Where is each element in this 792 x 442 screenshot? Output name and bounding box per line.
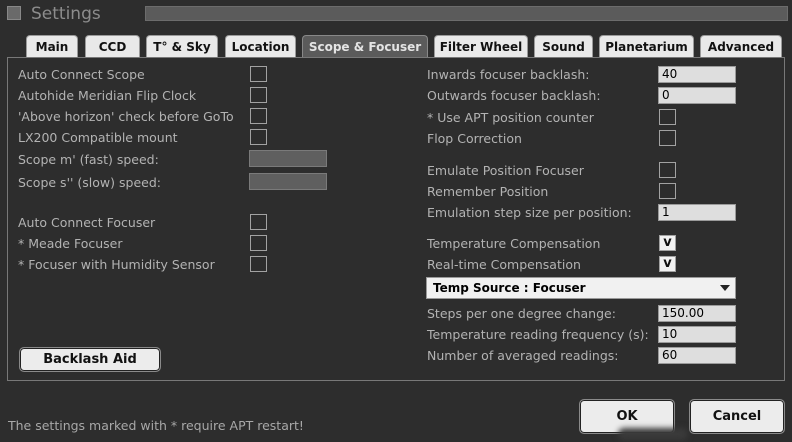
- lx200-label: LX200 Compatible mount: [18, 130, 178, 145]
- averaged-readings-label: Number of averaged readings:: [427, 348, 619, 363]
- reading-frequency-label: Temperature reading frequency (s):: [427, 327, 649, 342]
- humidity-focuser-label: * Focuser with Humidity Sensor: [18, 257, 215, 272]
- window-title: Settings: [31, 4, 101, 24]
- auto-connect-scope-label: Auto Connect Scope: [18, 67, 145, 82]
- inwards-backlash-label: Inwards focuser backlash:: [427, 67, 590, 82]
- title-checkbox-icon: [7, 6, 21, 20]
- tab-main[interactable]: Main: [26, 35, 78, 57]
- humidity-focuser-checkbox[interactable]: [250, 256, 267, 272]
- temp-compensation-label: Temperature Compensation: [427, 236, 601, 251]
- emulate-focuser-checkbox[interactable]: [659, 162, 676, 178]
- tab-scope-focuser[interactable]: Scope & Focuser: [302, 35, 428, 57]
- auto-connect-focuser-checkbox[interactable]: [250, 214, 267, 230]
- title-bar-strip: [145, 6, 788, 21]
- autohide-flip-checkbox[interactable]: [250, 87, 267, 103]
- realtime-compensation-label: Real-time Compensation: [427, 257, 581, 272]
- apt-counter-label: * Use APT position counter: [427, 110, 594, 125]
- flop-correction-checkbox[interactable]: [659, 130, 676, 146]
- remember-position-checkbox[interactable]: [659, 183, 676, 199]
- tab-planetarium[interactable]: Planetarium: [599, 35, 694, 57]
- fast-speed-input[interactable]: [249, 150, 327, 167]
- slow-speed-input[interactable]: [249, 173, 327, 190]
- auto-connect-focuser-label: Auto Connect Focuser: [18, 215, 156, 230]
- realtime-compensation-checkbox[interactable]: v: [659, 256, 676, 272]
- chevron-down-icon: [720, 285, 730, 291]
- cancel-button[interactable]: Cancel: [689, 399, 785, 434]
- temp-compensation-checkbox[interactable]: v: [659, 235, 676, 251]
- remember-position-label: Remember Position: [427, 184, 549, 199]
- tab-location[interactable]: Location: [225, 35, 296, 57]
- steps-per-degree-input[interactable]: 150.00: [658, 305, 736, 322]
- slow-speed-label: Scope s'' (slow) speed:: [18, 175, 161, 190]
- auto-connect-scope-checkbox[interactable]: [250, 66, 267, 82]
- above-horizon-label: 'Above horizon' check before GoTo: [18, 109, 234, 124]
- lx200-checkbox[interactable]: [250, 129, 267, 145]
- meade-focuser-label: * Meade Focuser: [18, 236, 123, 251]
- tab-temp-sky[interactable]: T° & Sky: [146, 35, 218, 57]
- inwards-backlash-input[interactable]: 40: [658, 66, 736, 83]
- emulate-focuser-label: Emulate Position Focuser: [427, 163, 584, 178]
- step-size-label: Emulation step size per position:: [427, 205, 632, 220]
- autohide-flip-label: Autohide Meridian Flip Clock: [18, 88, 197, 103]
- tab-ccd[interactable]: CCD: [85, 35, 140, 57]
- tab-advanced[interactable]: Advanced: [700, 35, 782, 57]
- apt-counter-checkbox[interactable]: [659, 109, 676, 125]
- outwards-backlash-input[interactable]: 0: [658, 87, 736, 104]
- steps-per-degree-label: Steps per one degree change:: [427, 306, 616, 321]
- outwards-backlash-label: Outwards focuser backlash:: [427, 88, 601, 103]
- temp-source-value: Temp Source : Focuser: [433, 281, 586, 295]
- backlash-aid-button[interactable]: Backlash Aid: [19, 347, 161, 372]
- reading-frequency-input[interactable]: 10: [658, 326, 736, 343]
- flop-correction-label: Flop Correction: [427, 131, 522, 146]
- step-size-input[interactable]: 1: [658, 204, 736, 221]
- tab-filter-wheel[interactable]: Filter Wheel: [434, 35, 528, 57]
- averaged-readings-input[interactable]: 60: [658, 347, 736, 364]
- meade-focuser-checkbox[interactable]: [250, 235, 267, 251]
- tab-sound[interactable]: Sound: [534, 35, 593, 57]
- temp-source-select[interactable]: Temp Source : Focuser: [426, 277, 736, 299]
- restart-note: The settings marked with * require APT r…: [8, 418, 304, 433]
- fast-speed-label: Scope m' (fast) speed:: [18, 152, 159, 167]
- above-horizon-checkbox[interactable]: [250, 108, 267, 124]
- blur-overlay: [618, 428, 688, 440]
